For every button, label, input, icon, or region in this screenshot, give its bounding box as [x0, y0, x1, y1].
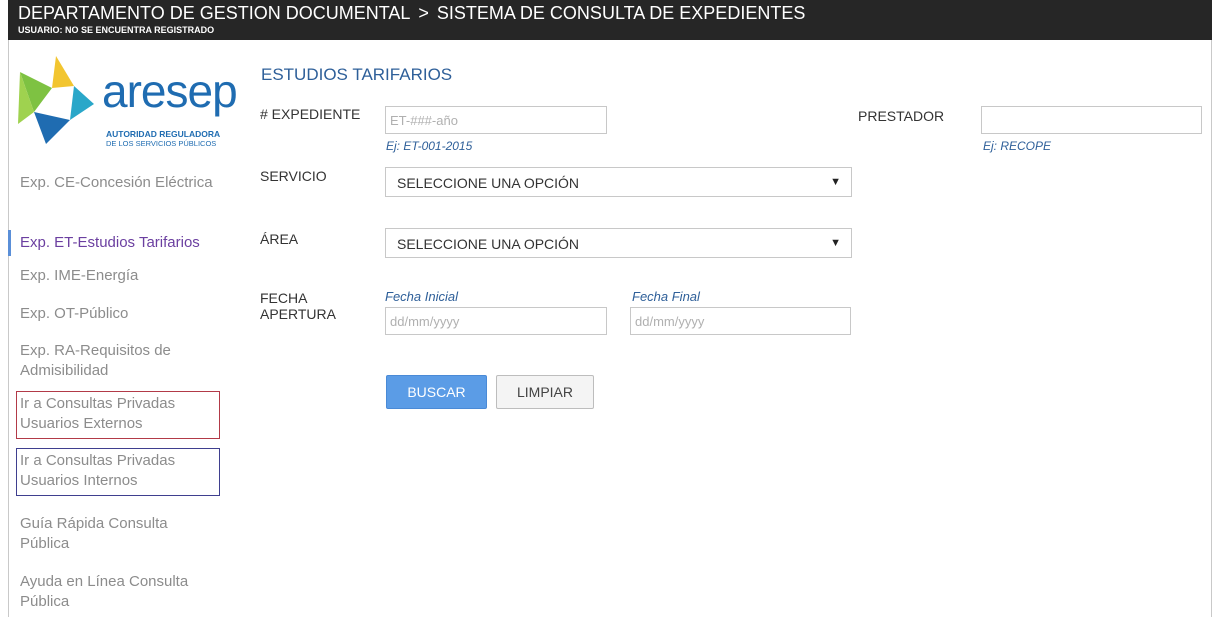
search-button[interactable]: BUSCAR [386, 375, 487, 409]
apertura-label: APERTURA [260, 306, 336, 322]
sidebar-item-ot-publico[interactable]: Exp. OT-Público [20, 304, 235, 324]
logo-wordmark: aresep [102, 65, 238, 117]
frame-border-left [8, 40, 9, 617]
private-internal-users-link[interactable]: Ir a Consultas Privadas Usuarios Interno… [16, 448, 220, 496]
sidebar-item-ce-concesion-electrica[interactable]: Exp. CE-Concesión Eléctrica [20, 173, 235, 193]
fecha-label: FECHA [260, 290, 308, 306]
app-window: DEPARTAMENTO DE GESTION DOCUMENTAL > SISTE… [0, 0, 1219, 617]
header-department: DEPARTAMENTO DE GESTION DOCUMENTAL [18, 3, 411, 23]
area-select[interactable]: SELECCIONE UNA OPCIÓN ▼ [385, 228, 852, 258]
header-system: SISTEMA DE CONSULTA DE EXPEDIENTES [436, 3, 806, 23]
sidebar-item-ra-requisitos-admisibilidad[interactable]: Exp. RA-Requisitos de Admisibilidad [20, 341, 220, 381]
servicio-selected-value: SELECCIONE UNA OPCIÓN [397, 175, 580, 191]
sidebar-active-marker [8, 230, 11, 256]
prestador-hint: Ej: RECOPE [983, 139, 1052, 153]
servicio-select[interactable]: SELECCIONE UNA OPCIÓN ▼ [385, 167, 852, 197]
header-title: DEPARTAMENTO DE GESTION DOCUMENTAL > SISTE… [18, 3, 805, 24]
expediente-hint: Ej: ET-001-2015 [386, 139, 473, 153]
chevron-down-icon: ▼ [830, 237, 841, 249]
header-separator: > [418, 3, 429, 23]
aresep-logo[interactable]: aresep AUTORIDAD REGULADORA DE LOS SERVI… [12, 52, 242, 157]
page-title: ESTUDIOS TARIFARIOS [261, 65, 453, 84]
fecha-inicial-label: Fecha Inicial [385, 289, 458, 304]
fecha-inicial-input[interactable] [385, 307, 607, 335]
quick-guide-link[interactable]: Guía Rápida Consulta Pública [20, 514, 210, 554]
expediente-input[interactable] [385, 106, 607, 134]
fecha-final-input[interactable] [630, 307, 851, 335]
logo-tagline-1: AUTORIDAD REGULADORA [106, 129, 221, 139]
logo-mark-icon [18, 56, 94, 144]
sidebar-item-et-estudios-tarifarios[interactable]: Exp. ET-Estudios Tarifarios [20, 233, 260, 253]
top-header-bar: DEPARTAMENTO DE GESTION DOCUMENTAL > SISTE… [8, 0, 1212, 40]
prestador-input[interactable] [981, 106, 1202, 134]
area-selected-value: SELECCIONE UNA OPCIÓN [397, 236, 580, 252]
sidebar-item-ime-energia[interactable]: Exp. IME-Energía [20, 266, 235, 286]
logo-tagline-2: DE LOS SERVICIOS PÚBLICOS [106, 139, 217, 148]
user-status: USUARIO: NO SE ENCUENTRA REGISTRADO [18, 25, 215, 35]
prestador-label: PRESTADOR [858, 108, 945, 124]
online-help-link[interactable]: Ayuda en Línea Consulta Pública [20, 572, 240, 612]
clear-button[interactable]: LIMPIAR [496, 375, 594, 409]
frame-border-right [1211, 40, 1212, 617]
expediente-label: # EXPEDIENTE [260, 106, 361, 122]
area-label: ÁREA [260, 231, 299, 247]
chevron-down-icon: ▼ [830, 176, 841, 188]
private-external-users-link[interactable]: Ir a Consultas Privadas Usuarios Externo… [16, 391, 220, 439]
fecha-final-label: Fecha Final [632, 289, 700, 304]
servicio-label: SERVICIO [260, 168, 327, 184]
